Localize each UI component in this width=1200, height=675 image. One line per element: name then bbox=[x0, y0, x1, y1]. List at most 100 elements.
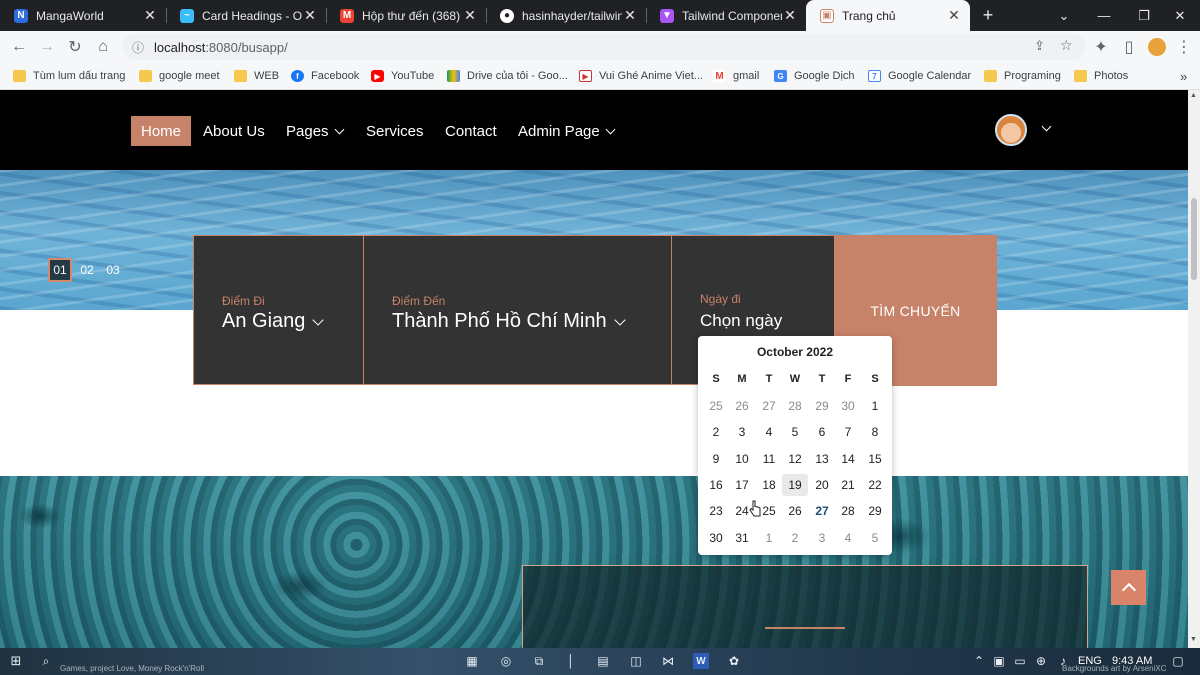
slide-indicator-3[interactable]: 03 bbox=[101, 258, 125, 282]
windows-start-icon[interactable]: ⊞ bbox=[8, 653, 24, 669]
calendar-day[interactable]: 14 bbox=[835, 448, 861, 470]
page-scrollbar[interactable]: ▲ ▼ bbox=[1188, 90, 1200, 648]
calendar-day[interactable]: 11 bbox=[756, 448, 782, 470]
url-bar[interactable]: ⓘ localhost:8080/busapp/ ⇪ ☆ bbox=[122, 34, 1086, 60]
destination-select[interactable]: Điểm Đến Thành Phố Hồ Chí Minh bbox=[363, 235, 672, 385]
task-view-icon[interactable]: ▦ bbox=[464, 653, 480, 669]
calendar-day[interactable]: 25 bbox=[703, 395, 729, 417]
clock[interactable]: 9:43 AM bbox=[1112, 655, 1152, 667]
bookmark-item[interactable]: 7 Google Calendar bbox=[868, 67, 971, 85]
calendar-day[interactable]: 12 bbox=[782, 448, 808, 470]
calendar-day[interactable]: 6 bbox=[809, 421, 835, 443]
bookmark-item[interactable]: Photos bbox=[1074, 67, 1128, 85]
calendar-day[interactable]: 30 bbox=[703, 527, 729, 549]
volume-icon[interactable]: ♪ bbox=[1055, 653, 1071, 669]
calendar-day[interactable]: 2 bbox=[703, 421, 729, 443]
bookmark-item[interactable]: Tùm lum dấu trang bbox=[13, 67, 125, 85]
calendar-day[interactable]: 16 bbox=[703, 474, 729, 496]
avatar[interactable] bbox=[995, 114, 1027, 146]
nav-home[interactable]: Home bbox=[131, 116, 192, 146]
scroll-to-top-button[interactable] bbox=[1111, 570, 1146, 605]
calendar-day[interactable]: 31 bbox=[729, 527, 755, 549]
bookmark-item[interactable]: Programing bbox=[984, 67, 1061, 85]
tab-mangaworld[interactable]: N MangaWorld ✕ bbox=[0, 0, 166, 31]
tab-github[interactable]: ● hasinhayder/tailwind- ✕ bbox=[486, 0, 646, 31]
side-panel-icon[interactable]: ▯ bbox=[1117, 35, 1141, 59]
calendar-day[interactable]: 9 bbox=[703, 448, 729, 470]
tab-search-icon[interactable]: ⌄ bbox=[1044, 0, 1084, 31]
vscode-icon[interactable]: ⧉ bbox=[531, 653, 547, 669]
tab-gmail[interactable]: M Hộp thư đến (368) - T ✕ bbox=[326, 0, 486, 31]
calendar-day[interactable]: 26 bbox=[729, 395, 755, 417]
search-icon[interactable]: ⌕ bbox=[38, 653, 54, 669]
calendar-day[interactable]: 27 bbox=[809, 500, 835, 522]
calendar-day[interactable]: 7 bbox=[835, 421, 861, 443]
close-icon[interactable]: ✕ bbox=[142, 7, 158, 24]
terminal-icon[interactable]: │ bbox=[563, 653, 579, 669]
slide-indicator-1[interactable]: 01 bbox=[48, 258, 72, 282]
bookmark-item[interactable]: f Facebook bbox=[291, 67, 359, 85]
back-icon[interactable]: ← bbox=[7, 35, 31, 59]
calendar-day[interactable]: 8 bbox=[862, 421, 888, 443]
calendar-day[interactable]: 13 bbox=[809, 448, 835, 470]
calendar-day[interactable]: 1 bbox=[862, 395, 888, 417]
calendar-day[interactable]: 15 bbox=[862, 448, 888, 470]
calendar-day[interactable]: 3 bbox=[729, 421, 755, 443]
calendar-day[interactable]: 4 bbox=[835, 527, 861, 549]
calendar-day[interactable]: 30 bbox=[835, 395, 861, 417]
calendar-day[interactable]: 3 bbox=[809, 527, 835, 549]
calendar-day[interactable]: 1 bbox=[756, 527, 782, 549]
notifications-icon[interactable]: ▢ bbox=[1170, 653, 1186, 669]
minimize-icon[interactable]: — bbox=[1084, 0, 1124, 31]
calendar-day[interactable]: 29 bbox=[809, 395, 835, 417]
calendar-day[interactable]: 5 bbox=[782, 421, 808, 443]
date-value[interactable]: Chọn ngày bbox=[700, 311, 782, 331]
calendar-day[interactable]: 27 bbox=[756, 395, 782, 417]
forward-icon[interactable]: → bbox=[35, 35, 59, 59]
language-indicator[interactable]: ENG bbox=[1078, 655, 1102, 667]
calendar-day[interactable]: 26 bbox=[782, 500, 808, 522]
departure-select[interactable]: Điểm Đi An Giang bbox=[193, 235, 364, 385]
calendar-day[interactable]: 21 bbox=[835, 474, 861, 496]
close-icon[interactable]: ✕ bbox=[302, 7, 318, 24]
destination-value[interactable]: Thành Phố Hồ Chí Minh bbox=[392, 310, 626, 333]
nav-services[interactable]: Services bbox=[366, 116, 424, 146]
info-icon[interactable]: ⓘ bbox=[132, 39, 144, 56]
calendar-day[interactable]: 10 bbox=[729, 448, 755, 470]
new-tab-button[interactable]: + bbox=[968, 0, 1008, 31]
calendar-day[interactable]: 2 bbox=[782, 527, 808, 549]
share-icon[interactable]: ⇪ bbox=[1034, 38, 1045, 54]
tray-overflow-icon[interactable]: ⌃ bbox=[971, 653, 987, 669]
calendar-day[interactable]: 29 bbox=[862, 500, 888, 522]
close-icon[interactable]: ✕ bbox=[946, 7, 962, 24]
calendar-day[interactable]: 17 bbox=[729, 474, 755, 496]
scroll-up-icon[interactable]: ▲ bbox=[1190, 92, 1197, 99]
scrollbar-thumb[interactable] bbox=[1191, 198, 1197, 280]
network-icon[interactable]: ⊕ bbox=[1033, 653, 1049, 669]
game-icon[interactable]: ◫ bbox=[628, 653, 644, 669]
reload-icon[interactable]: ↻ bbox=[63, 35, 87, 59]
paint-icon[interactable]: ✿ bbox=[726, 653, 742, 669]
calendar-day[interactable]: 28 bbox=[835, 500, 861, 522]
tab-trang-chu[interactable]: ▣ Trang chủ ✕ bbox=[806, 0, 970, 31]
extensions-icon[interactable]: ✦ bbox=[1089, 35, 1113, 59]
calendar-day[interactable]: 5 bbox=[862, 527, 888, 549]
home-icon[interactable]: ⌂ bbox=[91, 35, 115, 59]
tab-card-headings[interactable]: ~ Card Headings - Offic ✕ bbox=[166, 0, 326, 31]
scroll-down-icon[interactable]: ▼ bbox=[1190, 636, 1197, 643]
close-icon[interactable]: ✕ bbox=[462, 7, 478, 24]
notes-icon[interactable]: ▣ bbox=[991, 653, 1007, 669]
nav-admin-page[interactable]: Admin Page bbox=[518, 116, 616, 146]
close-icon[interactable]: ✕ bbox=[782, 7, 798, 24]
bookmark-item[interactable]: google meet bbox=[139, 67, 220, 85]
menu-icon[interactable]: ⋮ bbox=[1172, 35, 1196, 59]
calendar-day[interactable]: 18 bbox=[756, 474, 782, 496]
calendar-day[interactable]: 22 bbox=[862, 474, 888, 496]
url-text[interactable]: localhost:8080/busapp/ bbox=[154, 40, 288, 55]
calendar-day[interactable]: 28 bbox=[782, 395, 808, 417]
bookmarks-more-button[interactable]: » bbox=[1180, 67, 1187, 85]
calendar-day[interactable]: 19 bbox=[782, 473, 808, 496]
calendar-day[interactable]: 4 bbox=[756, 421, 782, 443]
calendar-day[interactable]: 20 bbox=[809, 474, 835, 496]
chrome-icon[interactable]: ◎ bbox=[498, 653, 514, 669]
